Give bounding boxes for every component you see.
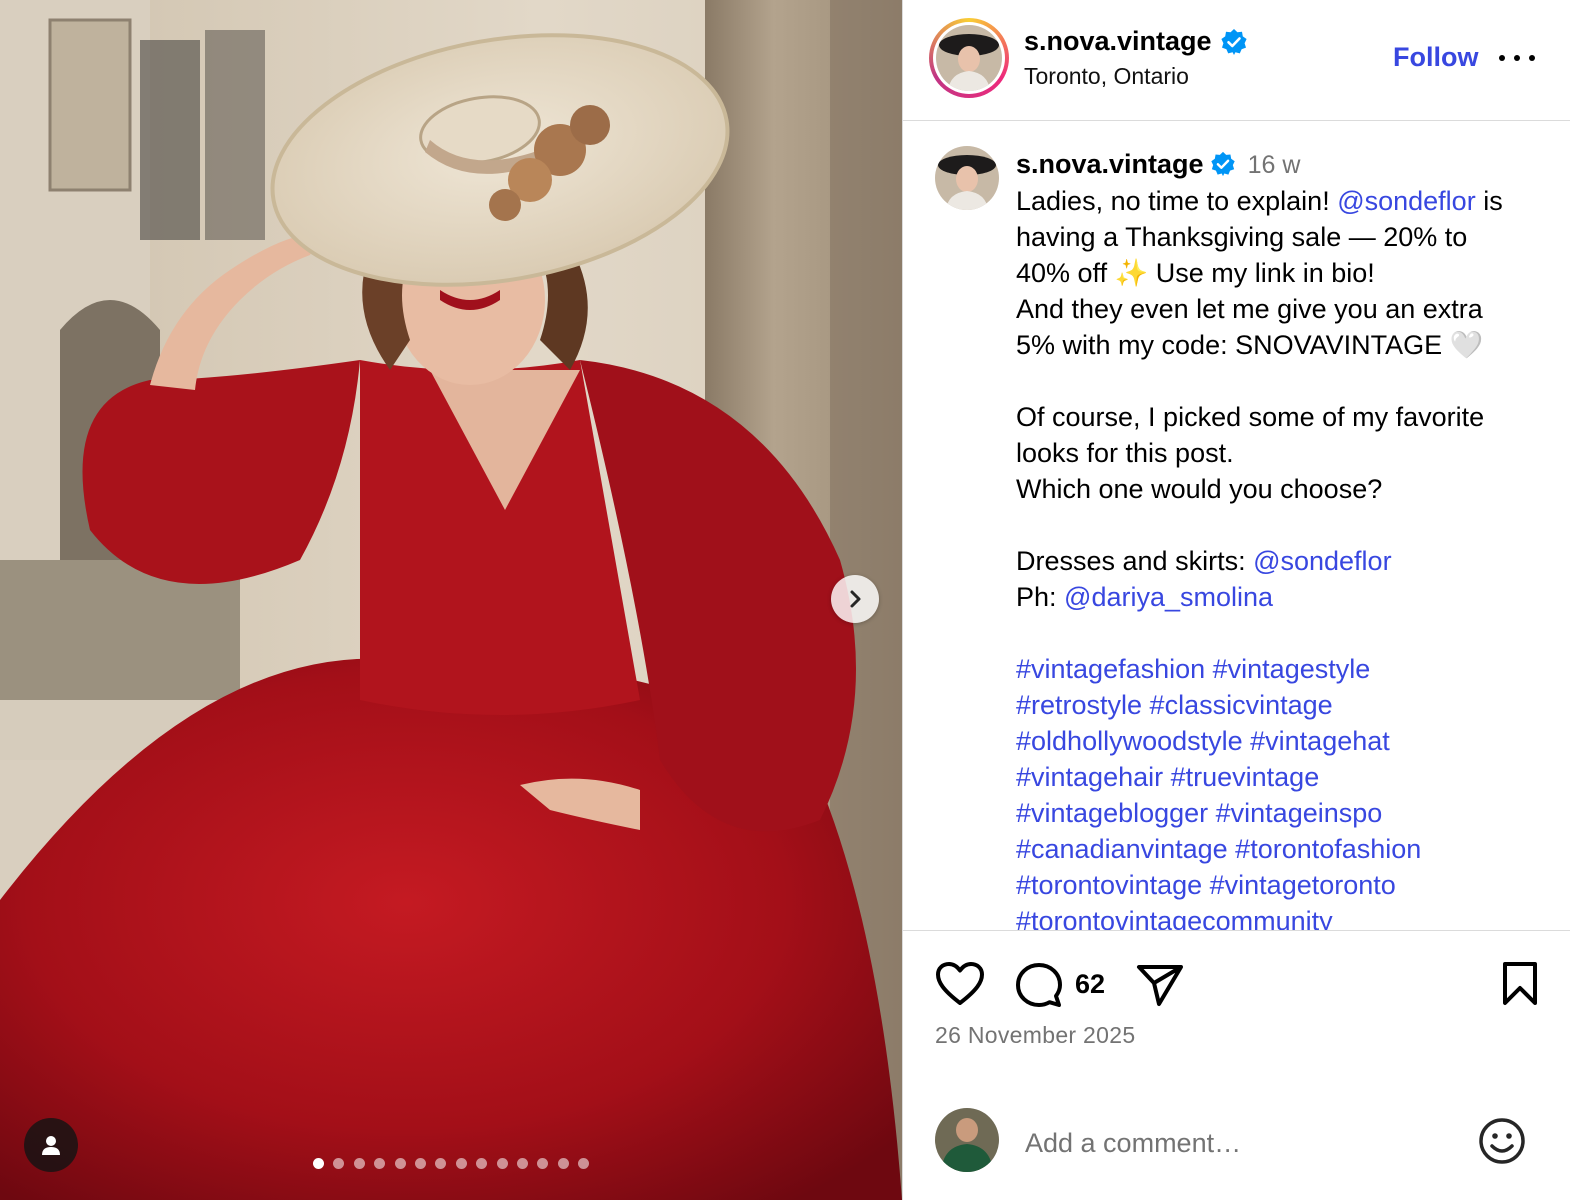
carousel-dot — [435, 1158, 447, 1169]
more-dot-icon — [1514, 55, 1520, 61]
current-user-avatar — [935, 1108, 999, 1172]
post-side-panel: s.nova.vintage Toronto, Ontario Follow s… — [902, 0, 1570, 1200]
profile-avatar — [936, 25, 1002, 91]
mention-link[interactable]: @sondeflor — [1337, 186, 1475, 216]
post-location[interactable]: Toronto, Ontario — [1024, 63, 1189, 90]
carousel-dot — [394, 1158, 406, 1169]
more-dot-icon — [1499, 55, 1505, 61]
like-heart-icon[interactable] — [935, 961, 985, 1007]
more-options-button[interactable] — [1499, 44, 1535, 72]
post-caption: s.nova.vintage 16 w Ladies, no time to e… — [1016, 146, 1546, 930]
mention-link[interactable]: @dariya_smolina — [1064, 582, 1273, 612]
caption-avatar[interactable] — [935, 146, 999, 210]
carousel-dot — [516, 1158, 528, 1169]
add-comment-row — [903, 1091, 1570, 1201]
story-ring[interactable] — [929, 18, 1009, 98]
carousel-dot — [374, 1158, 386, 1169]
carousel-dot-active — [313, 1158, 324, 1169]
post-media[interactable] — [0, 0, 902, 1200]
carousel-indicator — [313, 1158, 590, 1169]
username-text: s.nova.vintage — [1024, 26, 1212, 56]
caption-text: Which one would you choose? — [1016, 474, 1383, 504]
caption-text: 5% with my code: SNOVAVINTAGE 🤍 — [1016, 330, 1484, 360]
hashtag-line[interactable]: #vintagehair #truevintage — [1016, 759, 1546, 795]
post-date[interactable]: 26 November 2025 — [935, 1022, 1135, 1049]
post-header: s.nova.vintage Toronto, Ontario Follow — [903, 0, 1570, 121]
carousel-dot — [496, 1158, 508, 1169]
comment-count: 62 — [1075, 969, 1106, 999]
carousel-dot — [353, 1158, 365, 1169]
hashtag-line[interactable]: #oldhollywoodstyle #vintagehat — [1016, 723, 1546, 759]
comment-bubble-icon[interactable] — [1015, 961, 1063, 1009]
hashtag-line[interactable]: #canadianvintage #torontofashion — [1016, 831, 1546, 867]
caption-text: having a Thanksgiving sale — 20% to — [1016, 222, 1468, 252]
comments-area[interactable]: s.nova.vintage 16 w Ladies, no time to e… — [903, 122, 1570, 930]
post-footer: 62 26 November 2025 — [903, 930, 1570, 1200]
carousel-dot — [578, 1158, 590, 1169]
action-bar: 62 — [935, 961, 1539, 1011]
tagged-users-button[interactable] — [24, 1118, 78, 1172]
caption-text: Of course, I picked some of my favorite — [1016, 402, 1485, 432]
caption-text: Ph: — [1016, 582, 1065, 612]
comment-input[interactable] — [1025, 1123, 1445, 1163]
instagram-post: s.nova.vintage Toronto, Ontario Follow s… — [0, 0, 1570, 1200]
hashtag-line[interactable]: #vintagefashion #vintagestyle — [1016, 651, 1546, 687]
caption-text: Dresses and skirts: — [1016, 546, 1254, 576]
mention-link[interactable]: @sondeflor — [1253, 546, 1391, 576]
caption-username[interactable]: s.nova.vintage — [1016, 149, 1204, 179]
carousel-dot — [333, 1158, 345, 1169]
header-username[interactable]: s.nova.vintage — [1024, 26, 1248, 57]
hashtag-line[interactable]: #retrostyle #classicvintage — [1016, 687, 1546, 723]
user-icon — [42, 1136, 60, 1155]
caption-text: 40% off ✨ Use my link in bio! — [1016, 258, 1375, 288]
more-dot-icon — [1529, 55, 1535, 61]
verified-badge-icon — [1220, 28, 1247, 55]
post-photo — [0, 0, 902, 1200]
carousel-dot — [476, 1158, 488, 1169]
next-slide-button[interactable] — [831, 575, 879, 623]
caption-text: And they even let me give you an extra — [1016, 294, 1483, 324]
hashtag-line[interactable]: #vintageblogger #vintageinspo — [1016, 795, 1546, 831]
post-timestamp[interactable]: 16 w — [1248, 151, 1301, 179]
carousel-dot — [537, 1158, 549, 1169]
hashtag-line[interactable]: #torontovintage #vintagetoronto — [1016, 867, 1546, 903]
emoji-icon[interactable] — [1477, 1116, 1527, 1166]
caption-text: looks for this post. — [1016, 438, 1234, 468]
chevron-right-icon — [850, 590, 861, 608]
carousel-dot — [414, 1158, 426, 1169]
share-paper-plane-icon[interactable] — [1135, 961, 1185, 1009]
caption-text: Ladies, no time to explain! — [1016, 186, 1338, 216]
carousel-dot — [557, 1158, 569, 1169]
verified-badge-icon — [1210, 151, 1235, 177]
carousel-dot — [455, 1158, 467, 1169]
save-bookmark-icon[interactable] — [1501, 961, 1539, 1007]
caption-text: is — [1475, 186, 1503, 216]
hashtag-line[interactable]: #torontovintagecommunity — [1016, 903, 1546, 930]
follow-button[interactable]: Follow — [1393, 42, 1478, 73]
